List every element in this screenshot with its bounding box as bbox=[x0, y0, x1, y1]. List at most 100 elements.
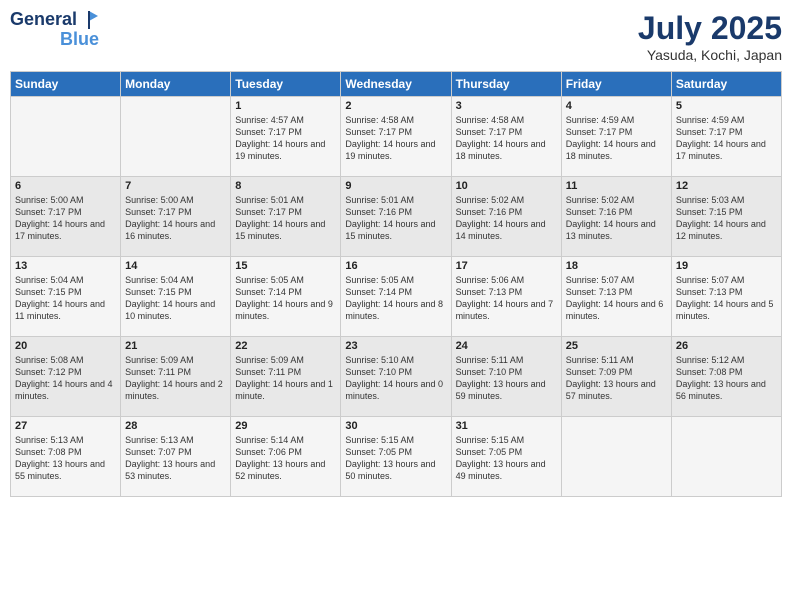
day-info: Sunrise: 4:59 AM Sunset: 7:17 PM Dayligh… bbox=[676, 114, 777, 163]
day-info: Sunrise: 5:08 AM Sunset: 7:12 PM Dayligh… bbox=[15, 354, 116, 403]
day-info: Sunrise: 5:07 AM Sunset: 7:13 PM Dayligh… bbox=[676, 274, 777, 323]
header-cell-tuesday: Tuesday bbox=[231, 72, 341, 97]
day-info: Sunrise: 5:10 AM Sunset: 7:10 PM Dayligh… bbox=[345, 354, 446, 403]
day-info: Sunrise: 5:07 AM Sunset: 7:13 PM Dayligh… bbox=[566, 274, 667, 323]
calendar-cell bbox=[121, 97, 231, 177]
day-number: 2 bbox=[345, 100, 446, 112]
day-number: 23 bbox=[345, 340, 446, 352]
day-info: Sunrise: 5:00 AM Sunset: 7:17 PM Dayligh… bbox=[125, 194, 226, 243]
day-number: 25 bbox=[566, 340, 667, 352]
calendar-cell: 28 Sunrise: 5:13 AM Sunset: 7:07 PM Dayli… bbox=[121, 417, 231, 497]
page: General Blue July 2025 Yasuda, Kochi, Ja… bbox=[0, 0, 792, 612]
header-cell-thursday: Thursday bbox=[451, 72, 561, 97]
day-number: 11 bbox=[566, 180, 667, 192]
day-number: 26 bbox=[676, 340, 777, 352]
header-cell-sunday: Sunday bbox=[11, 72, 121, 97]
calendar-cell: 6 Sunrise: 5:00 AM Sunset: 7:17 PM Daylig… bbox=[11, 177, 121, 257]
day-info: Sunrise: 5:12 AM Sunset: 7:08 PM Dayligh… bbox=[676, 354, 777, 403]
calendar-table: SundayMondayTuesdayWednesdayThursdayFrid… bbox=[10, 71, 782, 497]
week-row-2: 6 Sunrise: 5:00 AM Sunset: 7:17 PM Daylig… bbox=[11, 177, 782, 257]
day-number: 20 bbox=[15, 340, 116, 352]
calendar-cell: 15 Sunrise: 5:05 AM Sunset: 7:14 PM Dayli… bbox=[231, 257, 341, 337]
calendar-cell: 16 Sunrise: 5:05 AM Sunset: 7:14 PM Dayli… bbox=[341, 257, 451, 337]
day-number: 29 bbox=[235, 420, 336, 432]
calendar-cell: 29 Sunrise: 5:14 AM Sunset: 7:06 PM Dayli… bbox=[231, 417, 341, 497]
day-number: 12 bbox=[676, 180, 777, 192]
calendar-cell: 25 Sunrise: 5:11 AM Sunset: 7:09 PM Dayli… bbox=[561, 337, 671, 417]
calendar-cell: 24Sunrise: 5:11 AM Sunset: 7:10 PM Dayli… bbox=[451, 337, 561, 417]
header: General Blue July 2025 Yasuda, Kochi, Ja… bbox=[10, 10, 782, 63]
day-number: 27 bbox=[15, 420, 116, 432]
calendar-cell: 31Sunrise: 5:15 AM Sunset: 7:05 PM Dayli… bbox=[451, 417, 561, 497]
day-info: Sunrise: 4:58 AM Sunset: 7:17 PM Dayligh… bbox=[345, 114, 446, 163]
calendar-cell: 19 Sunrise: 5:07 AM Sunset: 7:13 PM Dayli… bbox=[671, 257, 781, 337]
calendar-cell: 27Sunrise: 5:13 AM Sunset: 7:08 PM Dayli… bbox=[11, 417, 121, 497]
day-info: Sunrise: 5:14 AM Sunset: 7:06 PM Dayligh… bbox=[235, 434, 336, 483]
calendar-cell: 20 Sunrise: 5:08 AM Sunset: 7:12 PM Dayli… bbox=[11, 337, 121, 417]
day-info: Sunrise: 5:15 AM Sunset: 7:05 PM Dayligh… bbox=[345, 434, 446, 483]
day-number: 30 bbox=[345, 420, 446, 432]
calendar-cell: 22 Sunrise: 5:09 AM Sunset: 7:11 PM Dayli… bbox=[231, 337, 341, 417]
calendar-cell: 12 Sunrise: 5:03 AM Sunset: 7:15 PM Dayli… bbox=[671, 177, 781, 257]
day-info: Sunrise: 5:02 AM Sunset: 7:16 PM Dayligh… bbox=[456, 194, 557, 243]
calendar-cell bbox=[671, 417, 781, 497]
calendar-title: July 2025 bbox=[638, 10, 782, 47]
header-cell-friday: Friday bbox=[561, 72, 671, 97]
day-info: Sunrise: 5:11 AM Sunset: 7:09 PM Dayligh… bbox=[566, 354, 667, 403]
calendar-cell: 5 Sunrise: 4:59 AM Sunset: 7:17 PM Daylig… bbox=[671, 97, 781, 177]
calendar-cell: 14 Sunrise: 5:04 AM Sunset: 7:15 PM Dayli… bbox=[121, 257, 231, 337]
day-number: 8 bbox=[235, 180, 336, 192]
calendar-cell: 9Sunrise: 5:01 AM Sunset: 7:16 PM Daylig… bbox=[341, 177, 451, 257]
day-info: Sunrise: 5:04 AM Sunset: 7:15 PM Dayligh… bbox=[15, 274, 116, 323]
logo: General Blue bbox=[10, 10, 99, 50]
logo-general: General bbox=[10, 10, 77, 30]
day-number: 15 bbox=[235, 260, 336, 272]
calendar-cell: 18 Sunrise: 5:07 AM Sunset: 7:13 PM Dayli… bbox=[561, 257, 671, 337]
week-row-1: 1Sunrise: 4:57 AM Sunset: 7:17 PM Daylig… bbox=[11, 97, 782, 177]
day-info: Sunrise: 5:04 AM Sunset: 7:15 PM Dayligh… bbox=[125, 274, 226, 323]
title-block: July 2025 Yasuda, Kochi, Japan bbox=[638, 10, 782, 63]
day-info: Sunrise: 5:09 AM Sunset: 7:11 PM Dayligh… bbox=[235, 354, 336, 403]
calendar-cell: 17Sunrise: 5:06 AM Sunset: 7:13 PM Dayli… bbox=[451, 257, 561, 337]
day-info: Sunrise: 5:02 AM Sunset: 7:16 PM Dayligh… bbox=[566, 194, 667, 243]
day-number: 14 bbox=[125, 260, 226, 272]
day-number: 21 bbox=[125, 340, 226, 352]
day-info: Sunrise: 5:01 AM Sunset: 7:17 PM Dayligh… bbox=[235, 194, 336, 243]
day-number: 1 bbox=[235, 100, 336, 112]
calendar-cell: 7 Sunrise: 5:00 AM Sunset: 7:17 PM Daylig… bbox=[121, 177, 231, 257]
day-number: 16 bbox=[345, 260, 446, 272]
day-number: 19 bbox=[676, 260, 777, 272]
calendar-cell: 30 Sunrise: 5:15 AM Sunset: 7:05 PM Dayli… bbox=[341, 417, 451, 497]
calendar-cell: 1Sunrise: 4:57 AM Sunset: 7:17 PM Daylig… bbox=[231, 97, 341, 177]
week-row-5: 27Sunrise: 5:13 AM Sunset: 7:08 PM Dayli… bbox=[11, 417, 782, 497]
day-info: Sunrise: 5:00 AM Sunset: 7:17 PM Dayligh… bbox=[15, 194, 116, 243]
day-number: 4 bbox=[566, 100, 667, 112]
calendar-cell: 4 Sunrise: 4:59 AM Sunset: 7:17 PM Daylig… bbox=[561, 97, 671, 177]
logo-blue: Blue bbox=[60, 30, 99, 50]
calendar-cell bbox=[561, 417, 671, 497]
day-info: Sunrise: 5:09 AM Sunset: 7:11 PM Dayligh… bbox=[125, 354, 226, 403]
day-number: 10 bbox=[456, 180, 557, 192]
day-number: 5 bbox=[676, 100, 777, 112]
day-info: Sunrise: 4:58 AM Sunset: 7:17 PM Dayligh… bbox=[456, 114, 557, 163]
day-number: 3 bbox=[456, 100, 557, 112]
calendar-cell: 2 Sunrise: 4:58 AM Sunset: 7:17 PM Daylig… bbox=[341, 97, 451, 177]
day-number: 6 bbox=[15, 180, 116, 192]
day-number: 22 bbox=[235, 340, 336, 352]
calendar-cell: 21 Sunrise: 5:09 AM Sunset: 7:11 PM Dayli… bbox=[121, 337, 231, 417]
header-cell-monday: Monday bbox=[121, 72, 231, 97]
day-number: 7 bbox=[125, 180, 226, 192]
day-info: Sunrise: 5:03 AM Sunset: 7:15 PM Dayligh… bbox=[676, 194, 777, 243]
day-info: Sunrise: 5:13 AM Sunset: 7:07 PM Dayligh… bbox=[125, 434, 226, 483]
day-info: Sunrise: 5:05 AM Sunset: 7:14 PM Dayligh… bbox=[345, 274, 446, 323]
calendar-cell: 10 Sunrise: 5:02 AM Sunset: 7:16 PM Dayli… bbox=[451, 177, 561, 257]
day-number: 28 bbox=[125, 420, 226, 432]
day-info: Sunrise: 5:06 AM Sunset: 7:13 PM Dayligh… bbox=[456, 274, 557, 323]
day-info: Sunrise: 4:59 AM Sunset: 7:17 PM Dayligh… bbox=[566, 114, 667, 163]
day-number: 31 bbox=[456, 420, 557, 432]
week-row-4: 20 Sunrise: 5:08 AM Sunset: 7:12 PM Dayli… bbox=[11, 337, 782, 417]
day-info: Sunrise: 5:05 AM Sunset: 7:14 PM Dayligh… bbox=[235, 274, 336, 323]
calendar-cell: 26 Sunrise: 5:12 AM Sunset: 7:08 PM Dayli… bbox=[671, 337, 781, 417]
calendar-cell: 8 Sunrise: 5:01 AM Sunset: 7:17 PM Daylig… bbox=[231, 177, 341, 257]
day-number: 18 bbox=[566, 260, 667, 272]
